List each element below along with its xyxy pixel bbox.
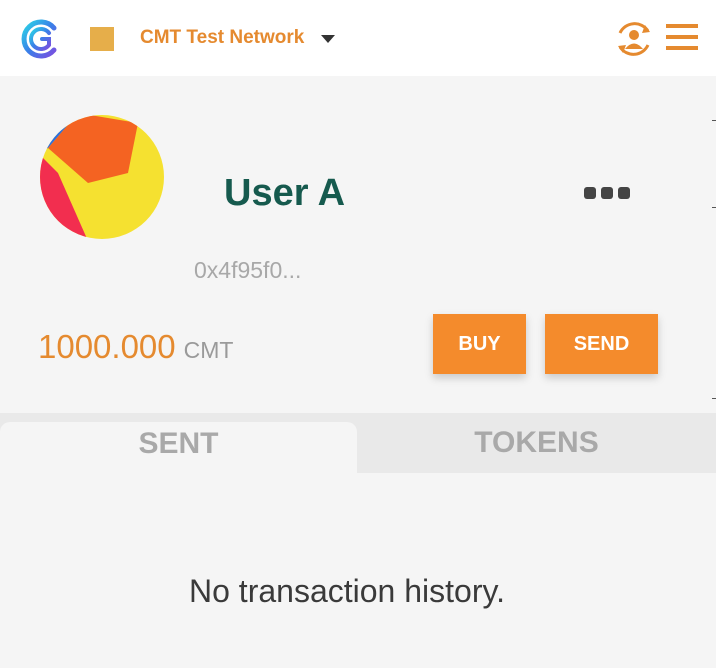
window-edge-divider [712, 398, 716, 399]
tab-tokens[interactable]: TOKENS [357, 413, 716, 473]
window-edge-divider [712, 120, 716, 121]
balance-display: 1000.000 CMT [38, 328, 233, 366]
app-header: CMT Test Network [0, 0, 716, 76]
hamburger-menu-icon[interactable] [666, 22, 698, 52]
window-edge-divider [712, 207, 716, 208]
balance-value: 1000.000 [38, 328, 176, 365]
caret-down-icon[interactable] [320, 34, 336, 44]
network-color-indicator[interactable] [90, 27, 114, 51]
account-name: User A [224, 172, 346, 214]
send-button[interactable]: SEND [545, 314, 658, 374]
account-switch-icon[interactable] [612, 19, 656, 59]
more-options-icon[interactable] [583, 184, 631, 202]
buy-button[interactable]: BUY [433, 314, 526, 374]
empty-history-message: No transaction history. [189, 573, 505, 609]
cmt-logo-icon[interactable] [18, 16, 64, 62]
account-avatar [40, 115, 164, 239]
network-selector-label[interactable]: CMT Test Network [140, 27, 304, 49]
account-address[interactable]: 0x4f95f0... [194, 257, 301, 284]
history-tabs: SENT TOKENS [0, 413, 716, 473]
balance-currency: CMT [183, 337, 234, 363]
tab-sent[interactable]: SENT [0, 422, 357, 473]
